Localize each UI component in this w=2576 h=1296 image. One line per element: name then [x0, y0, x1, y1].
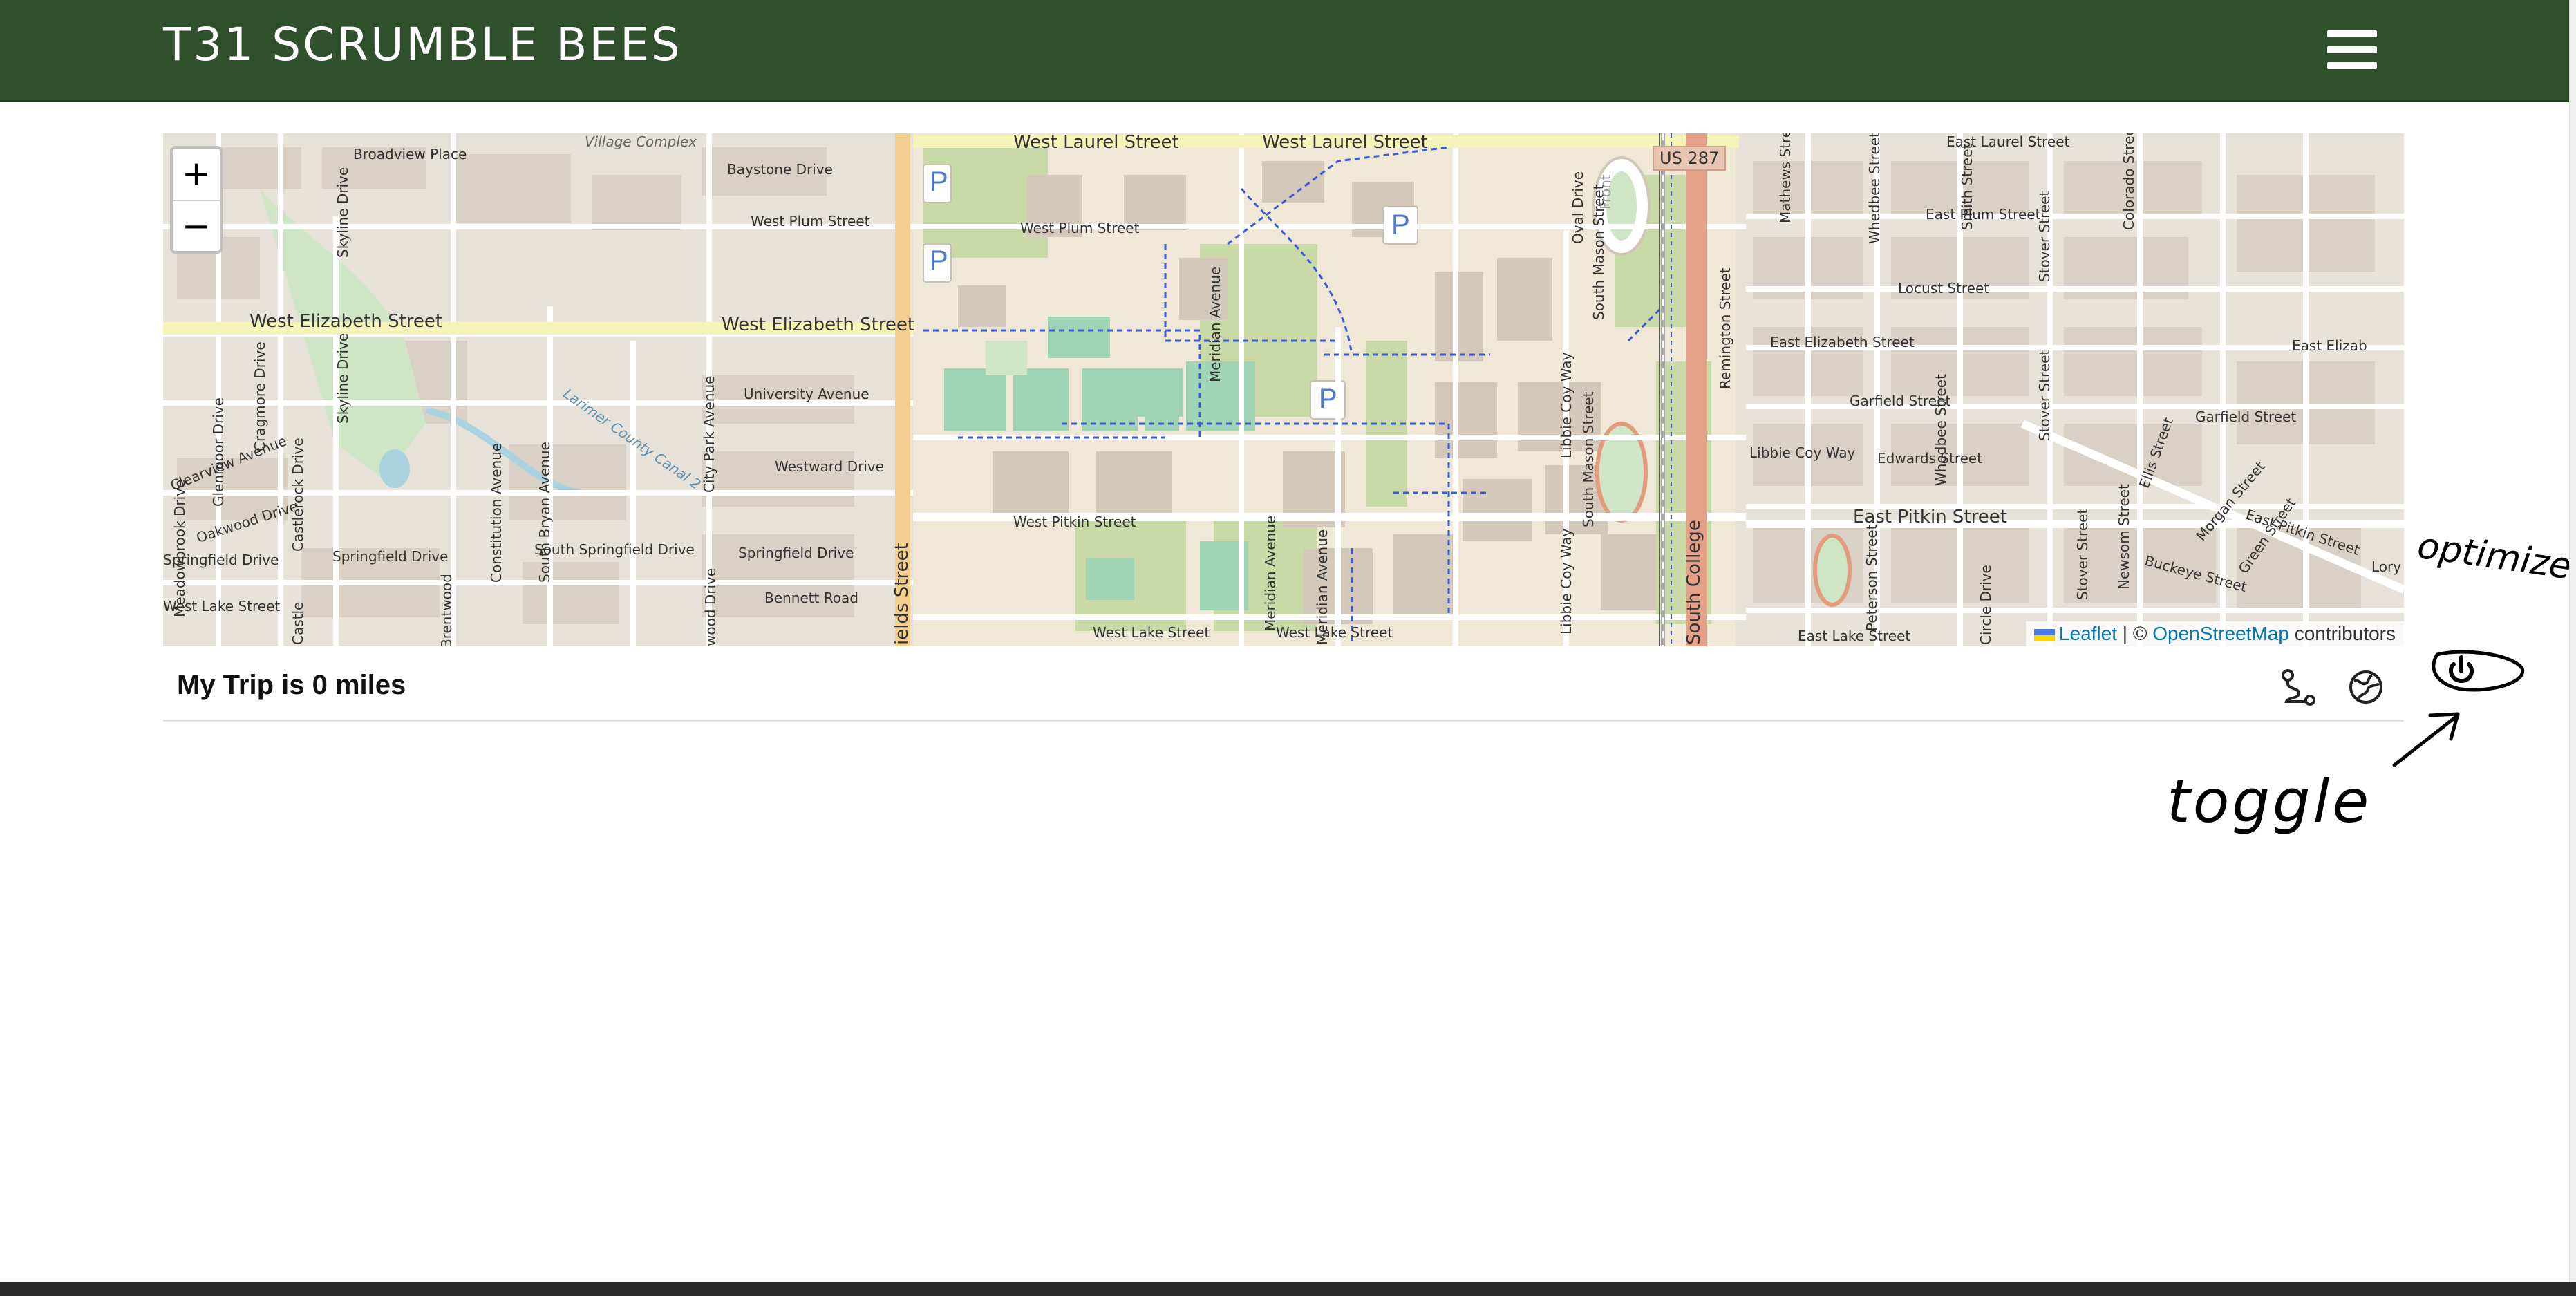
- openstreetmap-link[interactable]: OpenStreetMap: [2152, 623, 2289, 644]
- street-label: Springfield Drive: [738, 545, 854, 561]
- street-label: University Avenue: [744, 386, 869, 402]
- attribution-suffix: contributors: [2288, 623, 2396, 644]
- street-label: West Pitkin Street: [1013, 514, 1136, 530]
- trip-distance-title: My Trip is 0 miles: [177, 670, 406, 700]
- street-label: Stover Street: [2074, 508, 2091, 600]
- street-label: Whedbee Street: [1933, 374, 1949, 486]
- top-navbar: T31 SCRUMBLE BEES: [0, 0, 2569, 102]
- street-label: Newsom Street: [2116, 484, 2132, 590]
- street-label: Locust Street: [1898, 280, 1990, 297]
- street-label: South Mason Street: [1580, 391, 1597, 527]
- street-label: Circle Drive: [1977, 565, 1994, 645]
- street-label: Smith Street: [1959, 143, 1975, 230]
- street-label: Remington Street: [1717, 267, 1733, 389]
- street-label: Edwards Street: [1877, 450, 1983, 467]
- street-label: West Plum Street: [751, 213, 870, 229]
- street-label: Constitution Avenue: [488, 442, 505, 583]
- street-label: East Lake Street: [1798, 628, 1911, 644]
- street-label: Skyline Drive: [335, 332, 351, 424]
- street-label: Glenmoor Drive: [210, 397, 227, 507]
- map-view[interactable]: West Laurel Street West Laurel Street Ea…: [163, 133, 2404, 646]
- leaflet-link[interactable]: Leaflet: [2059, 623, 2117, 644]
- street-label: West Lake Street: [1276, 624, 1393, 641]
- optimize-icon[interactable]: [2423, 648, 2527, 717]
- optimize-annotation: optimize: [2414, 525, 2575, 588]
- globe-icon[interactable]: [2347, 668, 2385, 706]
- street-label: West Lake Street: [1093, 624, 1210, 641]
- map-attribution: Leaflet | © OpenStreetMap contributors: [2025, 621, 2404, 646]
- street-label: East Elizabeth Street: [1770, 334, 1915, 350]
- street-label: City Park Avenue: [701, 375, 717, 493]
- street-label: West Laurel Street: [1013, 133, 1179, 153]
- street-label: Meridian Avenue: [1262, 515, 1279, 631]
- arrow-annotation-icon: [2392, 712, 2460, 767]
- toggle-annotation: toggle: [2167, 767, 2372, 836]
- street-label: Village Complex: [585, 133, 697, 150]
- parking-marker: P: [1391, 209, 1410, 240]
- street-label: Westward Drive: [775, 458, 885, 475]
- street-label: Libbie Coy Way: [1558, 528, 1574, 635]
- parking-marker: P: [930, 245, 948, 276]
- street-label: Garfield Street: [2195, 408, 2297, 425]
- zoom-in-button[interactable]: +: [173, 149, 220, 201]
- parking-marker: P: [1319, 384, 1337, 414]
- street-label: East Elizab: [2292, 337, 2367, 354]
- street-label: Oval Drive: [1570, 171, 1586, 244]
- street-label: Bennett Road: [764, 590, 858, 606]
- street-label: Castlerock Drive: [290, 438, 306, 552]
- street-label: Meridian Avenue: [1207, 266, 1223, 382]
- attribution-separator: | ©: [2117, 623, 2153, 644]
- window-bottom-edge: [0, 1282, 2576, 1296]
- street-label: wood Drive: [702, 567, 719, 646]
- street-label: Springfield Drive: [332, 548, 449, 565]
- brand-title[interactable]: T31 SCRUMBLE BEES: [163, 18, 682, 71]
- street-label: Broadview Place: [353, 146, 467, 162]
- hamburger-line: [2327, 46, 2377, 53]
- street-label: Castle: [290, 601, 306, 645]
- street-label: Whedbee Street: [1866, 133, 1883, 244]
- street-label: Front: [1597, 174, 1614, 209]
- window-right-edge: [2569, 0, 2576, 1282]
- ukraine-flag-icon: [2033, 628, 2055, 641]
- street-label: West Laurel Street: [1262, 133, 1428, 153]
- street-label: Peterson Street: [1863, 524, 1880, 631]
- street-label: Brentwood: [438, 574, 455, 646]
- hamburger-line: [2327, 30, 2377, 37]
- street-label: Meridian Avenue: [1314, 529, 1331, 645]
- hamburger-line: [2327, 62, 2377, 69]
- street-label: Libbie Coy Way: [1558, 352, 1574, 458]
- street-label: ields Street: [892, 543, 912, 645]
- street-label: Baystone Drive: [727, 161, 833, 178]
- street-label: South Springfield Drive: [534, 541, 695, 558]
- hamburger-menu-icon[interactable]: [2327, 30, 2377, 69]
- route-shield-label: US 287: [1653, 146, 1727, 171]
- street-label: West Plum Street: [1020, 220, 1140, 236]
- street-label: Stover Street: [2036, 349, 2053, 441]
- trip-header: My Trip is 0 miles: [163, 646, 2525, 722]
- zoom-control: + −: [170, 146, 223, 254]
- route-icon[interactable]: [2278, 667, 2318, 707]
- street-label: Mathews Street: [1777, 133, 1794, 223]
- street-label: Skyline Drive: [335, 167, 351, 258]
- street-label: West Elizabeth Street: [722, 314, 915, 335]
- street-label: South College: [1684, 520, 1704, 645]
- street-label: West Elizabeth Street: [250, 311, 443, 332]
- zoom-out-button[interactable]: −: [173, 201, 220, 252]
- street-label: Lory Street: [2371, 558, 2404, 575]
- street-label: East Plum Street: [1926, 206, 2041, 223]
- parking-marker: P: [930, 167, 948, 197]
- street-label: Colorado Street: [2121, 133, 2137, 230]
- street-label: Cragmore Drive: [252, 341, 268, 451]
- street-label: Stover Street: [2036, 190, 2053, 282]
- street-label: South Bryan Avenue: [536, 442, 553, 583]
- street-label: Libbie Coy Way: [1749, 444, 1856, 461]
- street-label: Meadowbrook Drive: [171, 479, 188, 617]
